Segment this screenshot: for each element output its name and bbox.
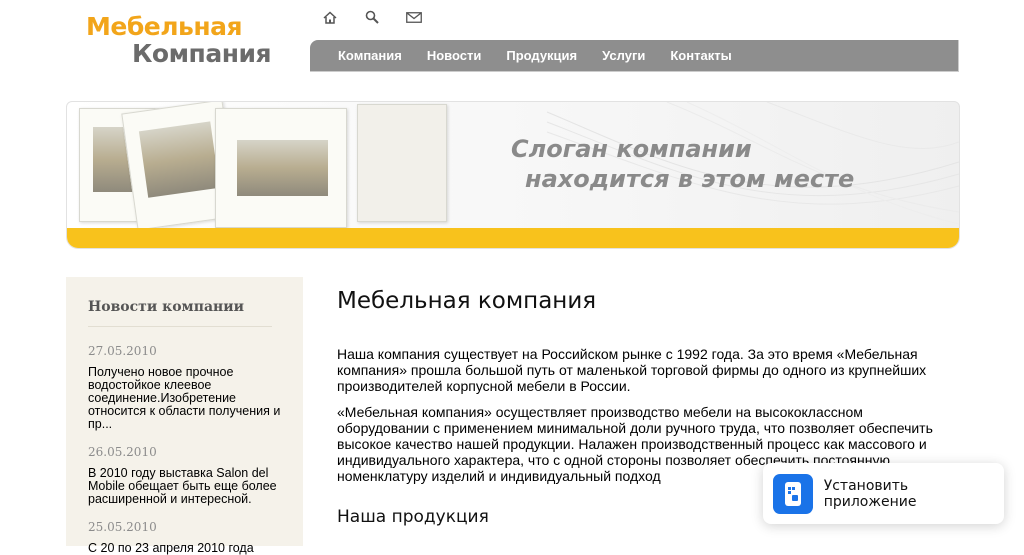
install-app-icon — [773, 473, 813, 514]
news-text[interactable]: С 20 по 23 апреля 2010 года — [88, 542, 286, 555]
logo-line-2: Компания — [132, 39, 272, 68]
news-date: 25.05.2010 — [88, 520, 157, 534]
home-icon[interactable] — [320, 8, 340, 26]
banner-photo-4 — [357, 104, 447, 222]
intro-paragraph: Наша компания существует на Российском р… — [337, 346, 927, 394]
news-date: 27.05.2010 — [88, 344, 157, 358]
banner-yellow-stripe — [67, 228, 959, 248]
nav-item-news[interactable]: Новости — [427, 48, 482, 63]
install-app-label: Установить приложение — [823, 477, 917, 510]
news-item[interactable]: 26.05.2010 В 2010 году выставка Salon de… — [88, 445, 286, 506]
mail-icon[interactable] — [404, 8, 424, 26]
banner-photo-3 — [215, 108, 347, 228]
sidebar-divider — [88, 326, 272, 327]
sidebar-title: Новости компании — [88, 299, 245, 315]
slogan-line-1: Слоган компании — [511, 135, 752, 163]
nav-item-services[interactable]: Услуги — [602, 48, 645, 63]
nav-item-products[interactable]: Продукция — [506, 48, 577, 63]
news-text[interactable]: Получено новое прочное водостойкое клеев… — [88, 366, 286, 431]
site-logo[interactable]: Мебельная Компания — [86, 12, 272, 68]
top-icon-bar — [320, 8, 424, 26]
page-title: Мебельная компания — [337, 288, 597, 314]
nav-item-company[interactable]: Компания — [338, 48, 402, 63]
nav-item-contacts[interactable]: Контакты — [670, 48, 731, 63]
logo-line-1: Мебельная — [86, 12, 243, 41]
banner-slogan: Слоган компании находится в этом месте — [511, 134, 854, 194]
main-navigation: Компания Новости Продукция Услуги Контак… — [310, 40, 959, 72]
news-item[interactable]: 25.05.2010 С 20 по 23 апреля 2010 года — [88, 520, 286, 555]
news-date: 26.05.2010 — [88, 445, 157, 459]
header-banner: Слоган компании находится в этом месте — [66, 101, 960, 249]
slogan-line-2: находится в этом месте — [525, 165, 855, 193]
news-item[interactable]: 27.05.2010 Получено новое прочное водост… — [88, 344, 286, 431]
news-sidebar: Новости компании 27.05.2010 Получено нов… — [66, 277, 303, 555]
search-icon[interactable] — [362, 8, 382, 26]
news-text[interactable]: В 2010 году выставка Salon del Mobile об… — [88, 467, 286, 506]
install-app-button[interactable]: Установить приложение — [763, 463, 1004, 524]
